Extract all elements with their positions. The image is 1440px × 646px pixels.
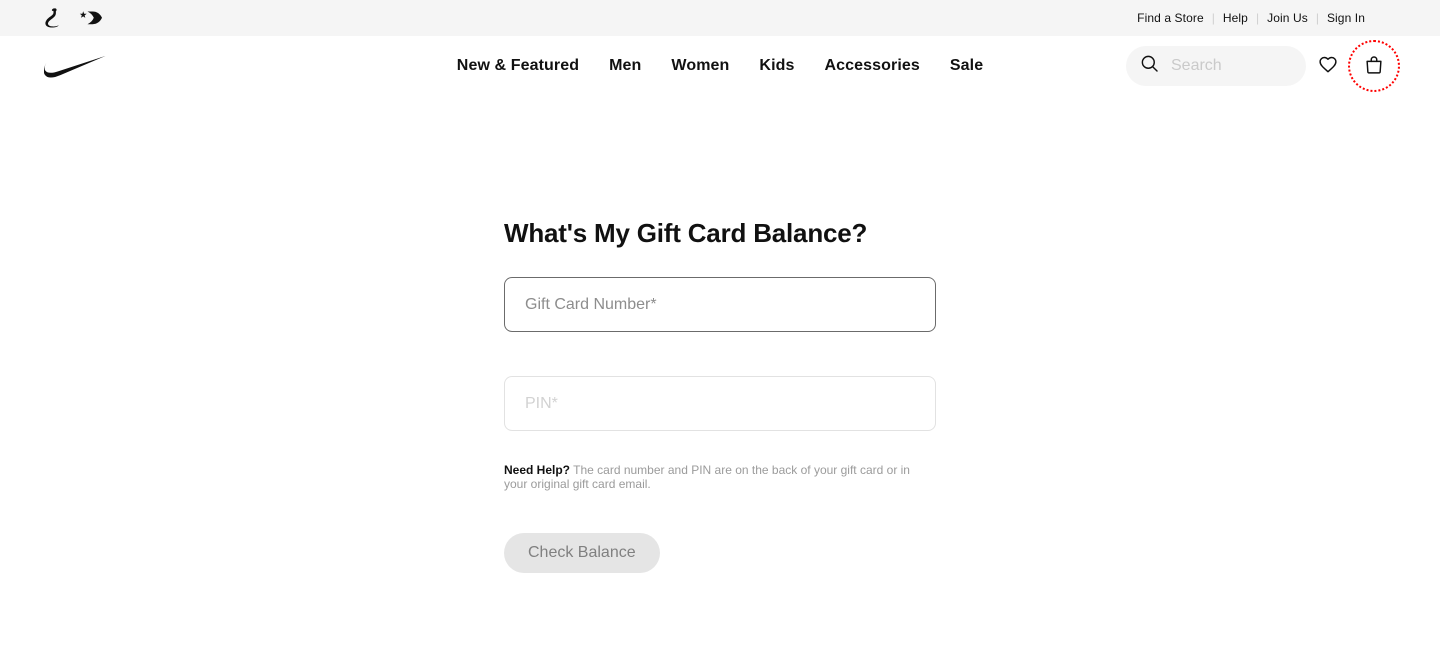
pin-input[interactable] (504, 376, 936, 431)
header-actions (1126, 40, 1400, 92)
search-icon (1140, 54, 1159, 78)
jordan-logo-icon[interactable] (44, 6, 59, 30)
search-box[interactable] (1126, 46, 1306, 86)
primary-nav: New & Featured Men Women Kids Accessorie… (457, 36, 983, 96)
utility-link-help[interactable]: Help (1216, 12, 1255, 24)
gift-card-number-input[interactable] (504, 277, 936, 332)
search-input[interactable] (1171, 57, 1291, 75)
nav-item-accessories[interactable]: Accessories (824, 57, 919, 75)
heart-icon (1317, 54, 1339, 78)
main-content: What's My Gift Card Balance? Need Help? … (0, 96, 1440, 573)
check-balance-button[interactable]: Check Balance (504, 533, 660, 573)
help-text: Need Help? The card number and PIN are o… (504, 463, 924, 491)
page-title: What's My Gift Card Balance? (504, 218, 868, 248)
nav-item-women[interactable]: Women (671, 57, 729, 75)
nav-item-kids[interactable]: Kids (759, 57, 794, 75)
help-text-heading: Need Help? (504, 463, 571, 477)
utility-link-find-a-store[interactable]: Find a Store (1130, 12, 1211, 24)
gift-card-balance-form: What's My Gift Card Balance? Need Help? … (504, 218, 936, 573)
utility-links: Find a Store | Help | Join Us | Sign In (1130, 0, 1416, 36)
favorites-button[interactable] (1306, 44, 1350, 88)
nike-logo[interactable] (44, 55, 154, 78)
brand-logos (44, 6, 103, 30)
utility-link-join-us[interactable]: Join Us (1260, 12, 1315, 24)
converse-logo-icon[interactable] (77, 6, 103, 30)
utility-bar: Find a Store | Help | Join Us | Sign In (0, 0, 1440, 36)
nav-item-new-and-featured[interactable]: New & Featured (457, 57, 579, 75)
nav-item-men[interactable]: Men (609, 57, 641, 75)
bag-icon (1363, 54, 1385, 79)
nav-item-sale[interactable]: Sale (950, 57, 983, 75)
utility-link-sign-in[interactable]: Sign In (1320, 12, 1372, 24)
bag-button[interactable] (1348, 40, 1400, 92)
site-header: New & Featured Men Women Kids Accessorie… (0, 36, 1440, 96)
